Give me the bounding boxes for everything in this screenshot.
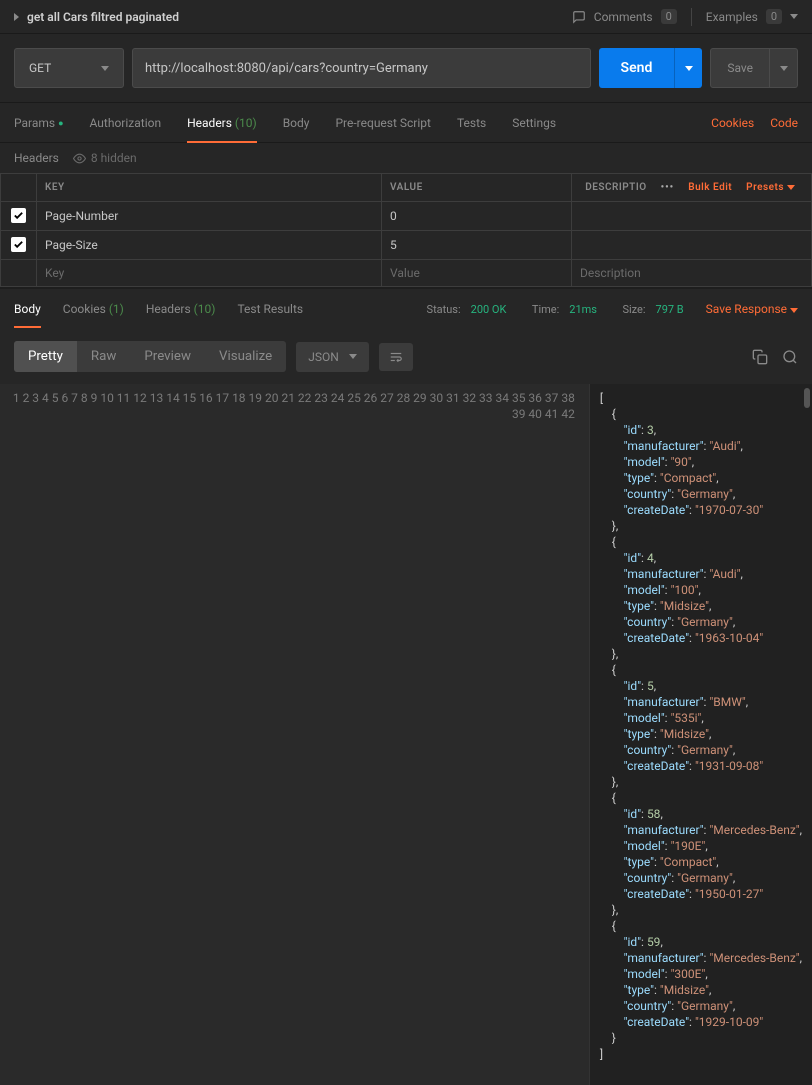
header-value-placeholder[interactable]: Value bbox=[382, 260, 572, 287]
cookies-link[interactable]: Cookies bbox=[711, 116, 754, 130]
save-options-button[interactable] bbox=[770, 48, 798, 88]
comment-icon bbox=[572, 10, 586, 24]
eye-icon bbox=[73, 152, 86, 165]
method-value: GET bbox=[29, 61, 51, 75]
scrollbar-vertical[interactable] bbox=[804, 388, 810, 408]
view-preview[interactable]: Preview bbox=[130, 341, 205, 372]
chevron-down-icon bbox=[685, 66, 693, 71]
response-body-viewer[interactable]: 1 2 3 4 5 6 7 8 9 10 11 12 13 14 15 16 1… bbox=[0, 384, 812, 1085]
collapse-icon[interactable] bbox=[14, 13, 19, 21]
request-title-bar: get all Cars filtred paginated Comments … bbox=[0, 0, 812, 34]
request-bar: GET Send Save bbox=[0, 34, 812, 103]
active-dot-icon: ● bbox=[58, 119, 63, 129]
header-key-cell[interactable]: Page-Number bbox=[37, 202, 382, 231]
column-value: VALUE bbox=[382, 174, 572, 202]
wrap-icon bbox=[388, 350, 404, 364]
chevron-down-icon bbox=[780, 66, 788, 71]
language-value: JSON bbox=[308, 350, 339, 364]
checkbox[interactable] bbox=[11, 237, 26, 252]
wrap-lines-button[interactable] bbox=[379, 343, 413, 371]
view-mode-segment: Pretty Raw Preview Visualize bbox=[14, 341, 286, 372]
request-name: get all Cars filtred paginated bbox=[27, 10, 179, 24]
chevron-down-icon bbox=[787, 185, 795, 190]
response-meta: Status: 200 OK Time: 21ms Size: 797 B bbox=[427, 303, 684, 316]
tab-tests[interactable]: Tests bbox=[457, 104, 486, 142]
copy-icon[interactable] bbox=[752, 349, 768, 365]
request-tabs: Params● Authorization Headers (10) Body … bbox=[0, 103, 812, 143]
url-input[interactable] bbox=[132, 48, 591, 88]
comments-count: 0 bbox=[661, 9, 677, 24]
tab-params[interactable]: Params● bbox=[14, 104, 64, 142]
view-pretty[interactable]: Pretty bbox=[14, 341, 77, 372]
status-value: 200 OK bbox=[471, 303, 507, 316]
resp-headers-count: (10) bbox=[194, 302, 216, 316]
chevron-down-icon bbox=[349, 354, 357, 359]
examples-label: Examples bbox=[706, 10, 758, 24]
headers-count: (10) bbox=[235, 116, 257, 130]
search-icon[interactable] bbox=[782, 349, 798, 365]
table-row[interactable]: Page-Size 5 bbox=[1, 231, 812, 260]
size-label: Size: bbox=[622, 303, 645, 316]
headers-section-label: Headers bbox=[14, 151, 59, 165]
resp-tab-body[interactable]: Body bbox=[14, 302, 41, 316]
header-value-cell[interactable]: 0 bbox=[382, 202, 572, 231]
hidden-headers-toggle[interactable]: 8 hidden bbox=[73, 151, 137, 165]
table-row[interactable]: Page-Number 0 bbox=[1, 202, 812, 231]
language-select[interactable]: JSON bbox=[296, 342, 369, 372]
view-raw[interactable]: Raw bbox=[77, 341, 130, 372]
time-label: Time: bbox=[532, 303, 559, 316]
tab-prerequest[interactable]: Pre-request Script bbox=[335, 104, 430, 142]
size-value: 797 B bbox=[656, 303, 684, 316]
code-link[interactable]: Code bbox=[770, 116, 798, 130]
presets-link[interactable]: Presets bbox=[746, 182, 795, 193]
examples-button[interactable]: Examples 0 bbox=[706, 9, 798, 24]
tab-authorization[interactable]: Authorization bbox=[90, 104, 162, 142]
header-key-placeholder[interactable]: Key bbox=[37, 260, 382, 287]
time-value: 21ms bbox=[569, 303, 597, 316]
headers-table: KEY VALUE DESCRIPTIO ••• Bulk Edit Prese… bbox=[0, 173, 812, 287]
tab-headers[interactable]: Headers (10) bbox=[187, 104, 257, 142]
status-label: Status: bbox=[427, 303, 461, 316]
comments-button[interactable]: Comments 0 bbox=[572, 9, 677, 24]
chevron-down-icon bbox=[790, 14, 798, 19]
view-visualize[interactable]: Visualize bbox=[205, 341, 286, 372]
divider bbox=[691, 8, 692, 26]
body-toolbar: Pretty Raw Preview Visualize JSON bbox=[0, 329, 812, 384]
bulk-edit-link[interactable]: Bulk Edit bbox=[688, 182, 732, 193]
resp-tab-cookies[interactable]: Cookies (1) bbox=[63, 302, 124, 316]
tab-body[interactable]: Body bbox=[283, 104, 310, 142]
checkbox[interactable] bbox=[11, 208, 26, 223]
resp-tab-headers[interactable]: Headers (10) bbox=[146, 302, 216, 316]
method-select[interactable]: GET bbox=[14, 48, 124, 88]
header-value-cell[interactable]: 5 bbox=[382, 231, 572, 260]
send-options-button[interactable] bbox=[674, 48, 702, 88]
save-response-link[interactable]: Save Response bbox=[706, 302, 798, 316]
chevron-down-icon bbox=[790, 308, 798, 313]
tab-settings[interactable]: Settings bbox=[512, 104, 556, 142]
resp-tab-test-results[interactable]: Test Results bbox=[237, 302, 303, 316]
header-key-cell[interactable]: Page-Size bbox=[37, 231, 382, 260]
line-gutter: 1 2 3 4 5 6 7 8 9 10 11 12 13 14 15 16 1… bbox=[0, 384, 590, 1085]
save-button[interactable]: Save bbox=[710, 48, 770, 88]
header-desc-placeholder[interactable]: Description bbox=[572, 260, 812, 287]
resp-cookies-count: (1) bbox=[109, 302, 124, 316]
code-content: [ { "id": 3, "manufacturer": "Audi", "mo… bbox=[590, 384, 812, 1085]
response-tabs: Body Cookies (1) Headers (10) Test Resul… bbox=[0, 289, 812, 329]
column-description: DESCRIPTIO bbox=[585, 182, 646, 193]
more-options-icon[interactable]: ••• bbox=[661, 182, 675, 193]
column-key: KEY bbox=[37, 174, 382, 202]
send-button[interactable]: Send bbox=[599, 48, 675, 88]
headers-section-bar: Headers 8 hidden bbox=[0, 143, 812, 173]
chevron-down-icon bbox=[101, 66, 109, 71]
comments-label: Comments bbox=[594, 10, 653, 24]
hidden-headers-count: 8 hidden bbox=[91, 151, 137, 165]
examples-count: 0 bbox=[766, 9, 782, 24]
table-row[interactable]: Key Value Description bbox=[1, 260, 812, 287]
